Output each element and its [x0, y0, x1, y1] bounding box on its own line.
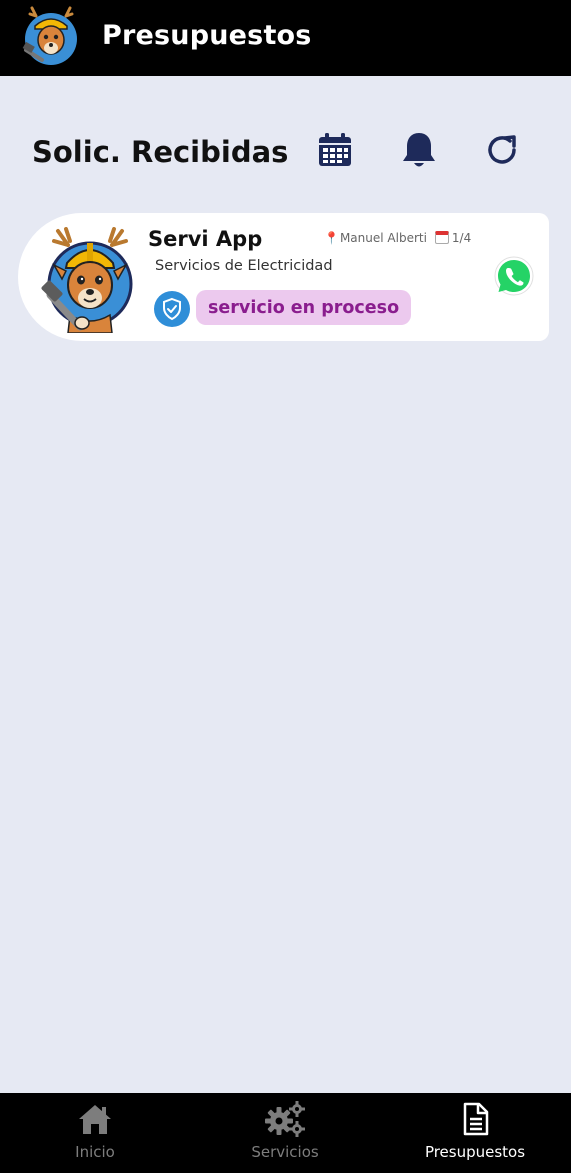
nav-label: Inicio [75, 1143, 115, 1161]
nav-label: Presupuestos [424, 1143, 526, 1161]
gears-icon [265, 1101, 305, 1137]
provider-avatar [40, 227, 134, 334]
provider-name: Servi App [148, 227, 263, 251]
refresh-button[interactable] [480, 128, 524, 172]
bottom-nav: Inicio Servicios Presupuestos [0, 1093, 571, 1173]
request-meta: 📍 Manuel Alberti 1/4 [324, 230, 472, 245]
section-header: Solic. Recibidas [0, 120, 571, 184]
status-badge: servicio en proceso [196, 290, 412, 325]
app-title: Presupuestos [102, 20, 312, 51]
app-bar: Presupuestos [0, 0, 571, 76]
whatsapp-icon [494, 256, 534, 296]
deer-mascot-logo [22, 6, 80, 68]
refresh-icon [488, 135, 516, 164]
bell-icon [403, 133, 435, 167]
request-card[interactable]: Servi App 📍 Manuel Alberti 1/4 Servicios… [18, 213, 549, 341]
nav-label: Servicios [251, 1143, 319, 1161]
calendar-icon [319, 133, 351, 166]
notifications-button[interactable] [397, 128, 441, 172]
nav-item-inicio[interactable]: Inicio [0, 1093, 190, 1173]
nav-item-servicios[interactable]: Servicios [190, 1093, 380, 1173]
request-date: 1/4 [451, 231, 472, 245]
section-title: Solic. Recibidas [32, 135, 289, 169]
service-category: Servicios de Electricidad [155, 258, 333, 274]
calendar-button[interactable] [313, 128, 357, 172]
location-pin-icon: 📍 [324, 231, 339, 245]
shield-check-icon [154, 291, 190, 327]
home-icon [79, 1105, 111, 1134]
document-icon [463, 1102, 489, 1136]
nav-item-presupuestos[interactable]: Presupuestos [380, 1093, 570, 1173]
whatsapp-button[interactable] [492, 255, 536, 299]
request-location: Manuel Alberti [339, 231, 427, 245]
date-calendar-icon [434, 230, 449, 244]
